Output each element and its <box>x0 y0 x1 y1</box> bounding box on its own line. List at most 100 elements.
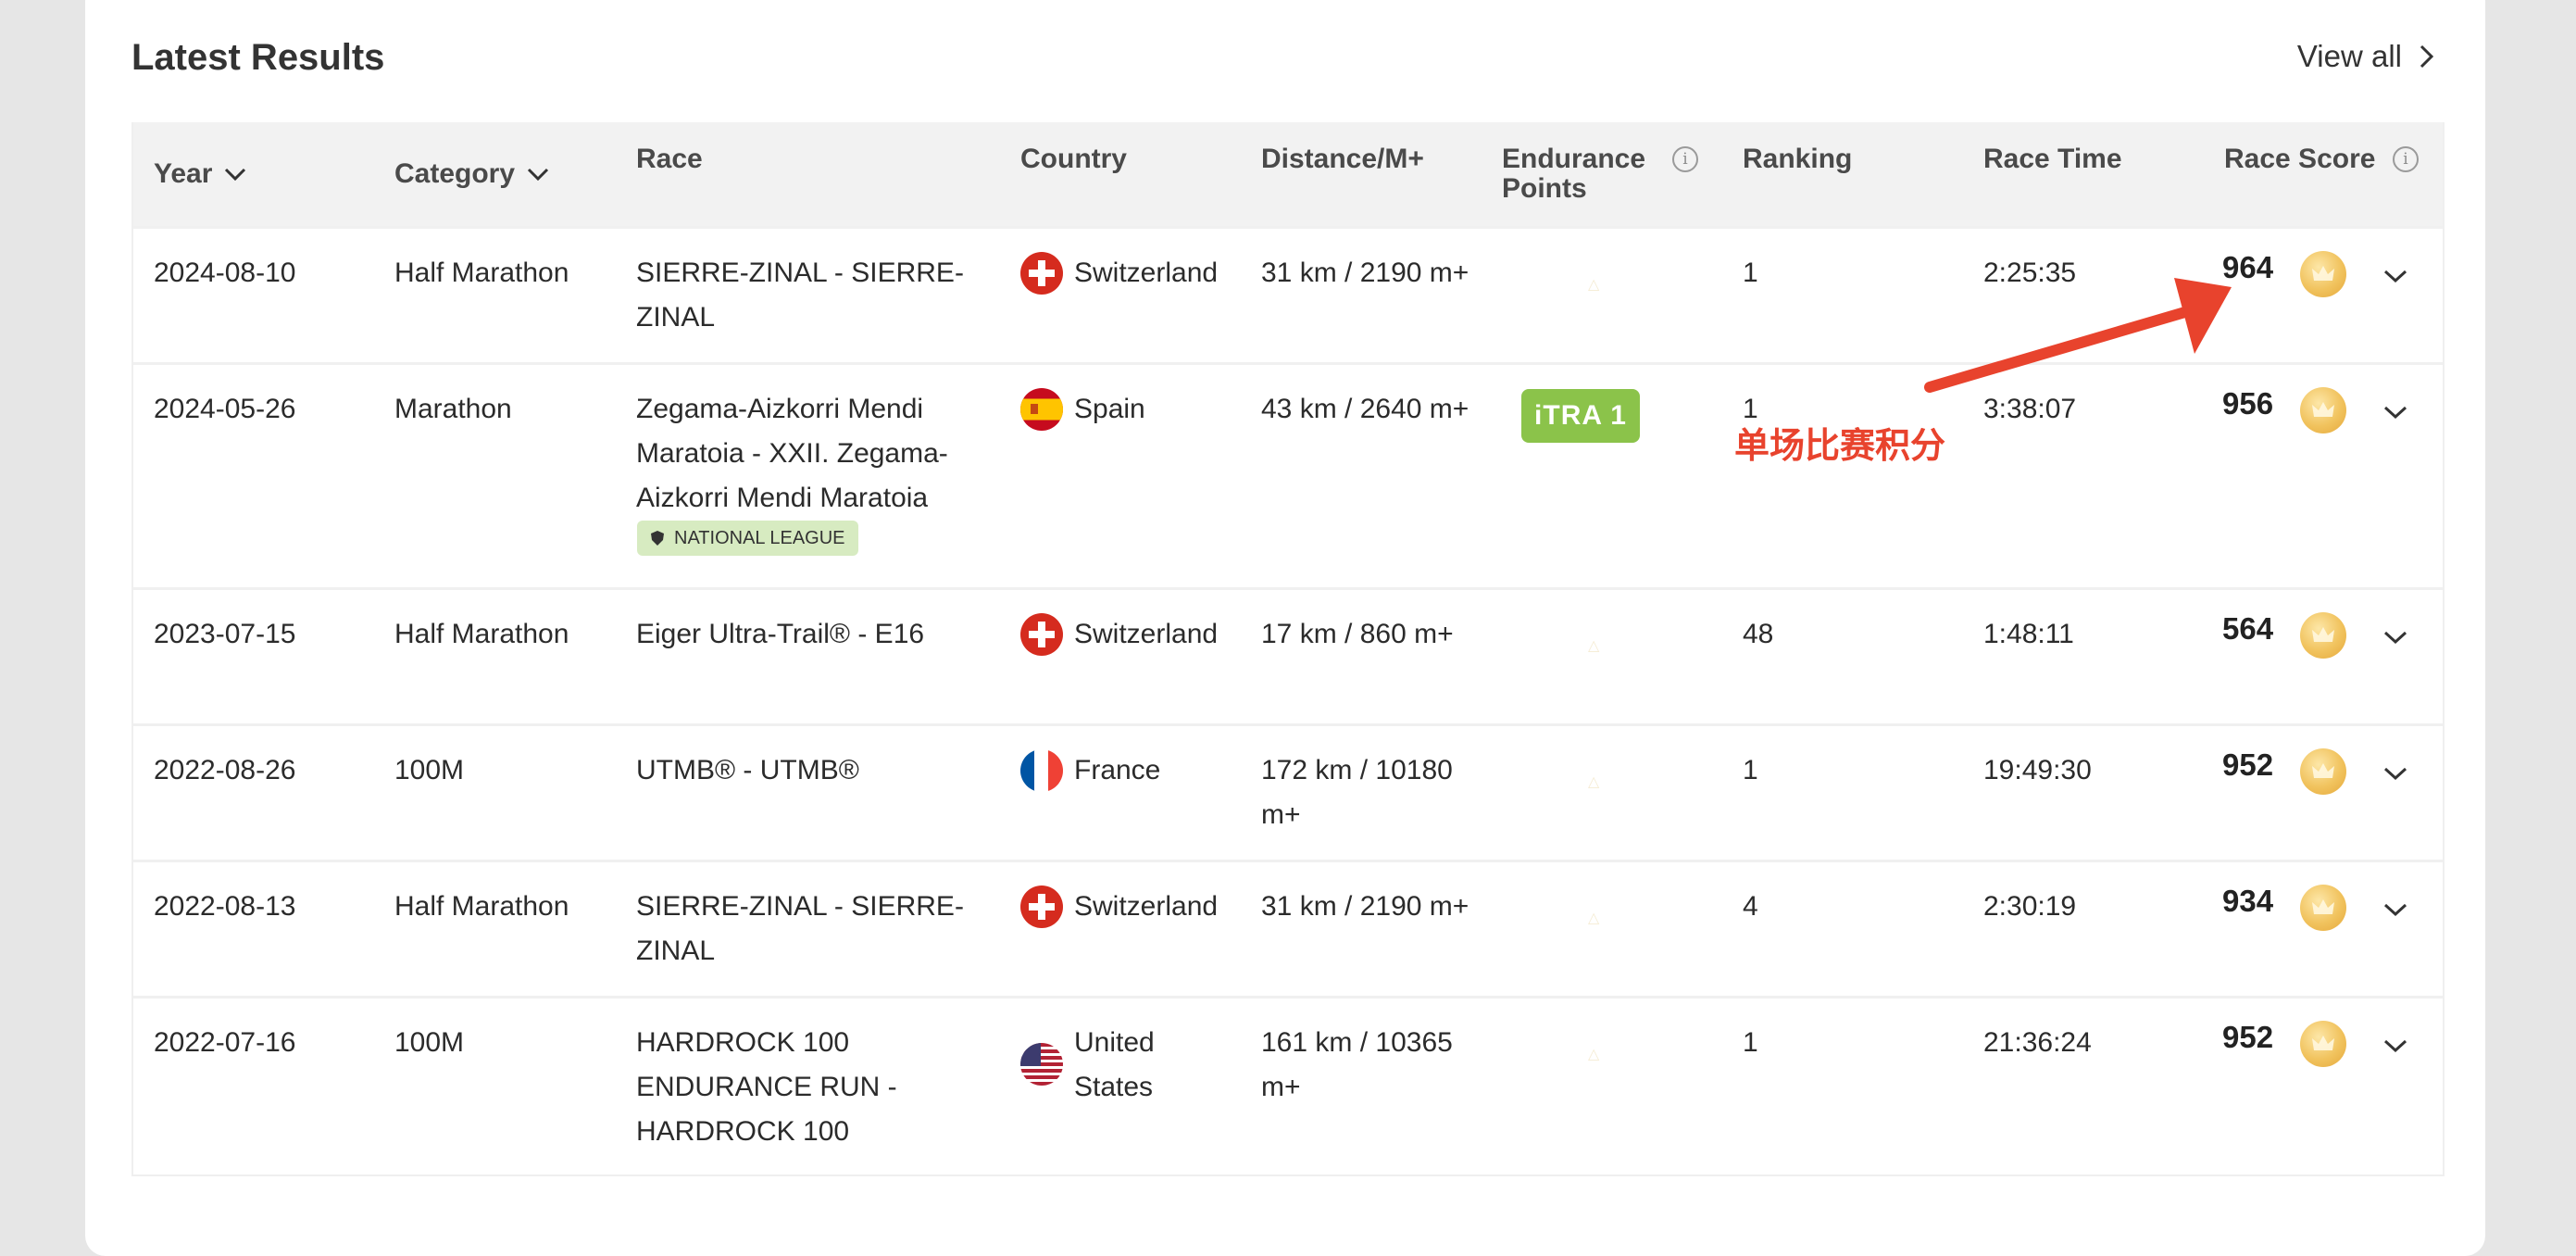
category-cell: Marathon <box>394 394 512 424</box>
race-time-header: Race Time <box>1983 144 2122 174</box>
endurance-placeholder-icon: △ <box>1588 911 1600 926</box>
distance-cell: 31 km / 2190 m+ <box>1261 257 1469 288</box>
race-time-cell: 21:36:24 <box>1983 1027 2092 1058</box>
ranking-cell: 48 <box>1743 619 1774 649</box>
race-time-cell: 19:49:30 <box>1983 755 2092 785</box>
category-cell: Half Marathon <box>394 619 569 649</box>
category-header-label: Category <box>394 158 516 189</box>
chevron-down-icon <box>527 168 549 182</box>
switzerland-flag-icon <box>1020 252 1063 295</box>
table-row[interactable]: 2023-07-15 Half Marathon Eiger Ultra-Tra… <box>133 587 2443 723</box>
crown-icon <box>2300 885 2346 931</box>
endurance-points-header: Endurance Points <box>1502 144 1646 204</box>
country-name: United States <box>1074 1027 1155 1102</box>
race-link[interactable]: HARDROCK 100 ENDURANCE RUN - HARDROCK 10… <box>636 1021 983 1154</box>
france-flag-icon <box>1020 749 1063 792</box>
endurance-info-icon[interactable]: i <box>1672 146 1698 172</box>
race-score-header: Race Score <box>2224 144 2376 174</box>
usa-flag-icon <box>1020 1043 1063 1086</box>
endurance-placeholder-icon: △ <box>1588 277 1600 293</box>
year-cell: 2023-07-15 <box>154 619 296 649</box>
country-cell: Switzerland <box>1020 612 1232 657</box>
table-row[interactable]: 2022-08-26 100M UTMB® - UTMB® France 172… <box>133 723 2443 860</box>
crown-icon <box>2300 612 2346 659</box>
race-time-cell: 1:48:11 <box>1983 619 2074 649</box>
endurance-placeholder-icon: △ <box>1588 774 1600 790</box>
chevron-down-icon[interactable] <box>2382 266 2409 286</box>
race-score-value: 564 <box>2222 611 2274 646</box>
country-name: France <box>1074 755 1161 785</box>
crown-icon <box>2300 251 2346 297</box>
distance-header: Distance/M+ <box>1261 144 1424 174</box>
switzerland-flag-icon <box>1020 613 1063 656</box>
chevron-down-icon[interactable] <box>2382 899 2409 920</box>
crown-icon <box>2300 748 2346 795</box>
race-header: Race <box>636 144 703 174</box>
badge-label: NATIONAL LEAGUE <box>674 528 845 548</box>
year-sort-header[interactable]: Year <box>154 159 247 189</box>
race-link[interactable]: Zegama-Aizkorri Mendi Maratoia - XXII. Z… <box>636 387 983 521</box>
table-header: Year Category Race Country Distance/M+ E… <box>133 122 2443 226</box>
race-link[interactable]: SIERRE-ZINAL - SIERRE-ZINAL <box>636 251 983 340</box>
category-cell: 100M <box>394 755 465 785</box>
country-cell: France <box>1020 748 1232 793</box>
country-cell: Switzerland <box>1020 885 1232 929</box>
switzerland-flag-icon <box>1020 885 1063 928</box>
chevron-down-icon <box>225 168 246 182</box>
chevron-down-icon[interactable] <box>2382 1036 2409 1056</box>
crown-icon <box>2300 1021 2346 1067</box>
year-cell: 2024-05-26 <box>154 394 296 424</box>
ranking-cell: 1 <box>1743 257 1758 288</box>
spain-flag-icon <box>1020 388 1063 431</box>
chevron-down-icon[interactable] <box>2382 763 2409 784</box>
ranking-cell: 1 <box>1743 755 1758 785</box>
year-cell: 2022-08-13 <box>154 891 296 922</box>
chevron-down-icon[interactable] <box>2382 402 2409 422</box>
national-league-badge: NATIONAL LEAGUE <box>637 521 858 556</box>
category-cell: 100M <box>394 1027 465 1058</box>
country-name: Switzerland <box>1074 891 1219 922</box>
country-header: Country <box>1020 144 1127 174</box>
category-cell: Half Marathon <box>394 257 569 288</box>
distance-cell: 31 km / 2190 m+ <box>1261 891 1469 922</box>
chevron-down-icon[interactable] <box>2382 627 2409 647</box>
race-link[interactable]: Eiger Ultra-Trail® - E16 <box>636 612 983 657</box>
year-header-label: Year <box>154 158 213 189</box>
race-score-value: 934 <box>2222 884 2274 918</box>
distance-cell: 161 km / 10365 m+ <box>1261 1027 1453 1102</box>
year-cell: 2024-08-10 <box>154 257 296 288</box>
category-cell: Half Marathon <box>394 891 569 922</box>
distance-cell: 17 km / 860 m+ <box>1261 619 1454 649</box>
annotation-arrow-icon <box>1924 278 2232 393</box>
country-name: Switzerland <box>1074 619 1219 649</box>
race-link[interactable]: SIERRE-ZINAL - SIERRE-ZINAL <box>636 885 983 973</box>
race-score-value: 952 <box>2222 747 2274 782</box>
chevron-right-icon <box>2420 44 2434 69</box>
table-row[interactable]: 2022-07-16 100M HARDROCK 100 ENDURANCE R… <box>133 996 2443 1174</box>
country-cell: Switzerland <box>1020 251 1232 295</box>
section-title: Latest Results <box>131 37 385 78</box>
race-score-value: 952 <box>2222 1020 2274 1054</box>
country-cell: United States <box>1020 1021 1176 1110</box>
table-row[interactable]: 2022-08-13 Half Marathon SIERRE-ZINAL - … <box>133 860 2443 996</box>
country-cell: Spain <box>1020 387 1232 432</box>
country-name: Switzerland <box>1074 257 1219 288</box>
ranking-cell: 4 <box>1743 891 1758 922</box>
view-all-link[interactable]: View all <box>2297 39 2437 74</box>
race-link[interactable]: UTMB® - UTMB® <box>636 748 983 793</box>
itra-endurance-badge: iTRA 1 <box>1521 389 1640 443</box>
distance-cell: 172 km / 10180 m+ <box>1261 755 1453 830</box>
category-sort-header[interactable]: Category <box>394 159 550 189</box>
shield-icon <box>651 531 664 546</box>
crown-icon <box>2300 387 2346 433</box>
year-cell: 2022-08-26 <box>154 755 296 785</box>
view-all-label: View all <box>2296 39 2402 73</box>
race-time-cell: 2:30:19 <box>1983 891 2077 922</box>
ranking-header: Ranking <box>1743 144 1853 174</box>
endurance-placeholder-icon: △ <box>1588 1047 1600 1062</box>
race-score-info-icon[interactable]: i <box>2393 146 2419 172</box>
ranking-cell: 1 <box>1743 1027 1758 1058</box>
endurance-placeholder-icon: △ <box>1588 638 1600 654</box>
country-name: Spain <box>1074 394 1145 424</box>
year-cell: 2022-07-16 <box>154 1027 296 1058</box>
